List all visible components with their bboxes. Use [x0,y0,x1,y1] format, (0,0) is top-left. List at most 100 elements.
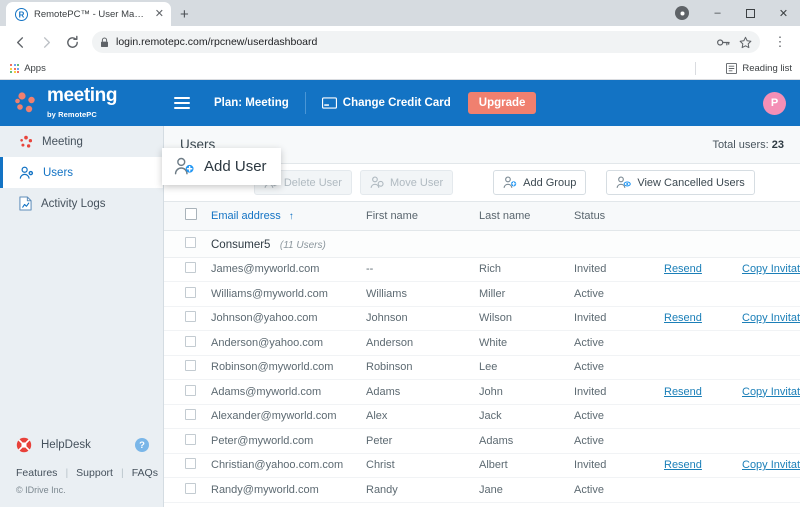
row-select-checkbox[interactable] [185,335,196,347]
window-close-button[interactable]: ✕ [767,0,800,26]
omnibox-actions [717,36,752,49]
new-tab-button[interactable]: + [180,7,189,22]
users-toolbar: Add User Delete User [162,148,800,202]
back-icon[interactable] [8,30,32,54]
upgrade-button[interactable]: Upgrade [467,92,537,114]
column-header-status[interactable]: Status [574,202,664,230]
address-bar[interactable]: login.remotepc.com/rpcnew/userdashboard [92,31,760,53]
select-all-cell [164,202,211,230]
column-header-email[interactable]: Email address ↑ [211,202,366,230]
copy-invitation-link[interactable]: Copy Invitation [742,263,800,275]
row-select-checkbox[interactable] [185,384,196,396]
cell-copy-invitation [742,404,800,429]
maximize-button[interactable] [734,0,767,26]
table-row[interactable]: Johnson@yahoo.com Johnson Wilson Invited Res… [164,306,800,331]
row-checkbox-cell [164,355,211,380]
table-row[interactable]: Anderson@yahoo.com Anderson White Active [164,331,800,355]
table-row[interactable]: Adams@myworld.com Adams John Invited Resend C… [164,380,800,404]
cell-status: Active [574,287,604,300]
key-icon[interactable] [717,37,730,48]
meeting-logo[interactable]: meeting by RemotePC [14,86,142,121]
sidebar-item-label: Meeting [42,135,83,148]
row-select-checkbox[interactable] [185,482,196,494]
copy-invitation-link[interactable]: Copy Invitation [742,459,800,471]
resend-link[interactable]: Resend [664,386,702,398]
sidebar-item-meeting[interactable]: Meeting [0,126,163,157]
logo-text: meeting by RemotePC [47,86,117,121]
sidebar-item-label: Users [43,166,74,179]
link-features[interactable]: Features [16,467,57,479]
table-row[interactable]: Alexander@myworld.com Alex Jack Active [164,404,800,429]
cell-resend [664,478,742,503]
tab-strip: R RemotePC™ - User Management ✕ + – ✕ [0,0,800,26]
cell-status: Active [574,361,604,374]
reading-list-button[interactable]: Reading list [726,63,792,74]
cell-copy-invitation [742,429,800,454]
cell-last-name: White [479,336,508,349]
minimize-button[interactable]: – [701,0,734,26]
link-support[interactable]: Support [76,467,113,479]
add-user-button[interactable]: Add User [162,148,281,185]
table-row[interactable]: Peter@myworld.com Peter Adams Active [164,429,800,454]
row-select-checkbox[interactable] [185,286,196,298]
cell-last-name: Miller [479,287,506,300]
view-cancelled-users-button[interactable]: View Cancelled Users [606,170,755,195]
cell-resend [664,404,742,429]
row-checkbox-cell [164,282,211,307]
user-avatar[interactable]: P [763,91,786,115]
column-header-spacer [742,202,800,230]
header-divider [304,92,306,114]
apps-shortcut[interactable]: Apps [10,63,46,74]
row-select-checkbox[interactable] [185,311,196,323]
table-head: Email address ↑ First name Last name Sta… [164,202,800,230]
copy-invitation-link[interactable]: Copy Invitation [742,386,800,398]
helpdesk-button[interactable]: HelpDesk ? [0,432,163,458]
sidebar-item-activity-logs[interactable]: Activity Logs [0,188,163,219]
move-user-label: Move User [389,176,444,189]
add-user-label: Add User [204,158,267,175]
cell-email: Williams@myworld.com [211,287,328,300]
close-icon[interactable]: ✕ [155,8,164,20]
resend-link[interactable]: Resend [664,263,702,275]
row-select-checkbox[interactable] [185,360,196,372]
reload-icon[interactable] [60,30,84,54]
table-row[interactable]: Williams@myworld.com Williams Miller Active [164,282,800,307]
reading-list-icon [726,63,738,74]
group-row[interactable]: Consumer5 (11 Users) [164,230,800,257]
sidebar-links: Features | Support | FAQs [0,458,163,483]
sidebar-item-users[interactable]: Users [0,157,163,188]
table-row[interactable]: Christian@yahoo.com.com Christ Albert Invit… [164,453,800,478]
row-select-checkbox[interactable] [185,262,196,274]
meeting-dots-icon [19,135,33,149]
link-faqs[interactable]: FAQs [132,467,158,479]
help-badge-icon[interactable]: ? [135,438,149,452]
group-name: Consumer5 [211,238,271,251]
reading-list-label: Reading list [742,63,792,74]
profile-avatar-icon[interactable] [675,6,689,20]
copy-invitation-link[interactable]: Copy Invitation [742,312,800,324]
hamburger-menu-icon[interactable] [174,97,190,109]
cell-copy-invitation [742,355,800,380]
total-users-count: 23 [771,138,784,151]
resend-link[interactable]: Resend [664,459,702,471]
cell-status: Active [574,410,604,423]
row-select-checkbox[interactable] [185,433,196,445]
change-credit-card-button[interactable]: Change Credit Card [321,97,451,109]
table-row[interactable]: Randy@myworld.com Randy Jane Active [164,478,800,503]
resend-link[interactable]: Resend [664,312,702,324]
cell-last-name: Lee [479,361,498,374]
group-select-checkbox[interactable] [185,236,196,248]
svg-text:R: R [19,10,25,19]
add-group-button[interactable]: Add Group [493,170,587,195]
browser-menu-icon[interactable]: ⋮ [768,30,792,54]
row-select-checkbox[interactable] [185,409,196,421]
column-header-first-name[interactable]: First name [366,202,479,230]
cell-first-name: Randy [366,483,398,496]
row-select-checkbox[interactable] [185,458,196,470]
browser-tab[interactable]: R RemotePC™ - User Management ✕ [6,2,171,26]
column-header-last-name[interactable]: Last name [479,202,574,230]
table-row[interactable]: James@myworld.com -- Rich Invited Resend Copy… [164,257,800,282]
select-all-checkbox[interactable] [185,208,197,221]
table-row[interactable]: Robinson@myworld.com Robinson Lee Active [164,355,800,380]
star-icon[interactable] [739,36,752,49]
